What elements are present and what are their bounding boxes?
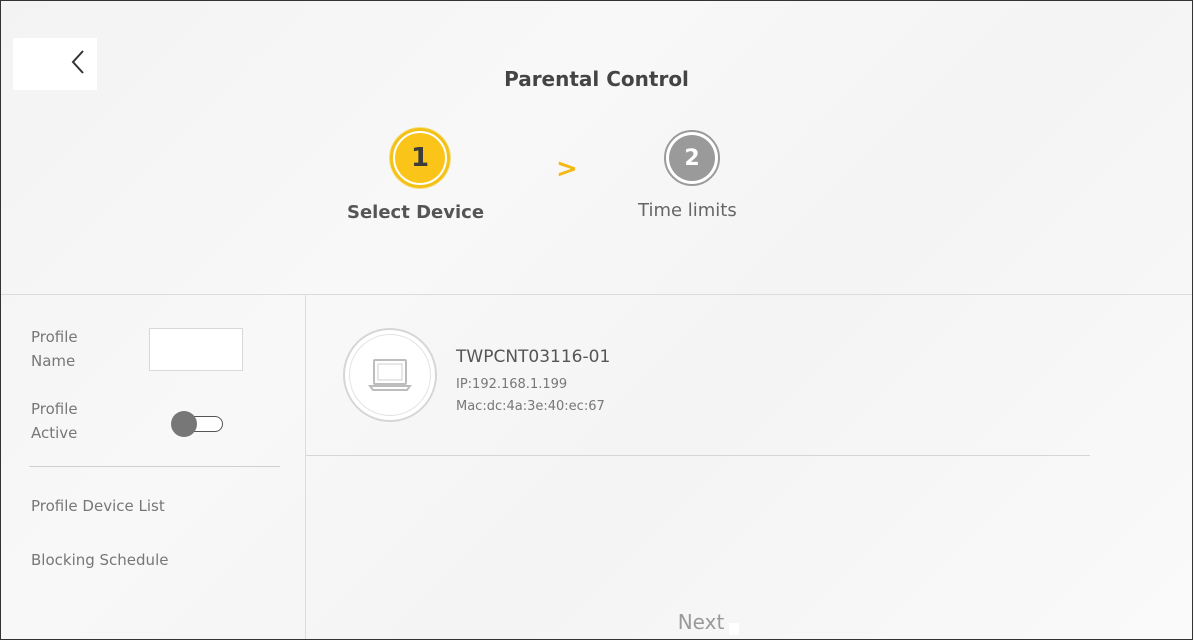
step-1-indicator: 1 (390, 128, 450, 188)
step-1-label: Select Device (347, 202, 485, 223)
sidebar-separator (29, 466, 280, 467)
parental-control-panel: Parental Control 1 > 2 Select Device Tim… (0, 0, 1193, 640)
step-2-number: 2 (669, 135, 715, 181)
profile-active-label: Profile Active (31, 400, 78, 442)
content-divider (306, 455, 1090, 456)
step-1-number: 1 (395, 133, 445, 183)
device-name: TWPCNT03116-01 (456, 347, 611, 367)
next-underline-mark (729, 623, 739, 635)
step-separator-arrow: > (556, 154, 578, 184)
sidebar-divider (305, 295, 306, 639)
next-button[interactable]: Next (641, 599, 761, 639)
device-mac: Mac:dc:4a:3e:40:ec:67 (456, 399, 605, 414)
page-title: Parental Control (504, 67, 689, 91)
device-ip: IP:192.168.1.199 (456, 377, 568, 392)
profile-name-input[interactable] (149, 328, 243, 371)
device-avatar[interactable] (343, 328, 437, 422)
toggle-knob (171, 411, 197, 437)
blocking-schedule-link[interactable]: Blocking Schedule (31, 551, 168, 569)
step-2-indicator: 2 (664, 130, 720, 186)
header-divider (1, 294, 1192, 295)
profile-name-label: Profile Name (31, 328, 78, 370)
profile-device-list-link[interactable]: Profile Device List (31, 497, 165, 515)
laptop-icon (368, 359, 412, 391)
profile-active-toggle[interactable] (171, 411, 223, 437)
step-2-label: Time limits (638, 200, 737, 221)
